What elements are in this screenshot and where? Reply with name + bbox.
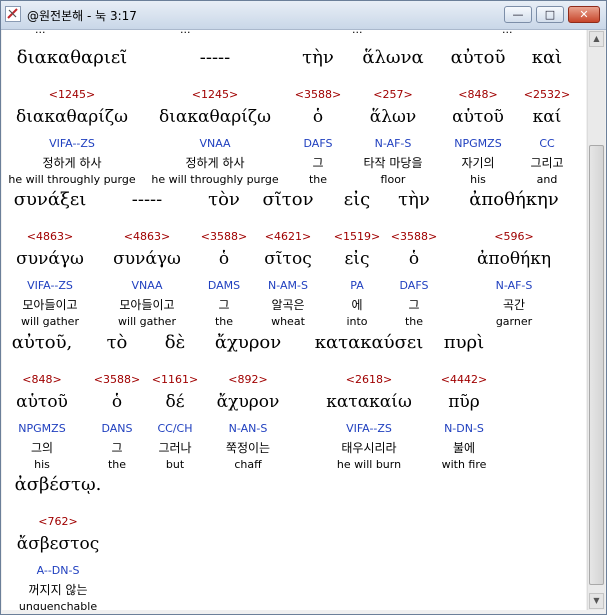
lemma-word: ἀποθήκη	[476, 249, 552, 269]
korean-gloss: 그리고	[530, 156, 564, 170]
vertical-scrollbar[interactable]: ▲ ▼	[587, 30, 605, 610]
interlinear-word[interactable]: ἀσβέστῳ. <762> ἄσβεστος A--DN-S 꺼지지 않는 unquen…	[2, 470, 133, 610]
english-gloss: garner	[495, 315, 533, 328]
korean-gloss: 정하게 하사	[42, 156, 102, 170]
parsing-code: N-DN-S	[444, 422, 484, 435]
close-icon: ✕	[579, 8, 589, 21]
korean-gloss: 불에	[452, 441, 476, 455]
english-gloss: unquenchable	[18, 600, 98, 610]
scroll-down-button[interactable]: ▼	[589, 593, 604, 609]
parsing-code: A--DN-S	[36, 564, 80, 577]
scroll-up-button[interactable]: ▲	[589, 31, 604, 47]
english-gloss: with fire	[441, 458, 487, 471]
minimize-button[interactable]: —	[504, 6, 532, 23]
parsing-code: CC	[539, 137, 555, 150]
clipped-previous-line: ... ... ... ...	[2, 30, 586, 37]
maximize-button[interactable]: □	[536, 6, 564, 23]
lemma-word: πῦρ	[448, 392, 480, 412]
interlinear-content[interactable]: ... ... ... ... διακαθαριεῖ<1245>διακαθα…	[2, 30, 586, 610]
window-title: @원전본해 - 눅 3:17	[27, 9, 137, 23]
clipped-text: ...	[35, 30, 46, 36]
strong-number: <1245>	[48, 88, 96, 101]
clipped-text: ...	[180, 30, 191, 36]
greek-word: πυρὶ	[443, 332, 485, 353]
strong-number: <762>	[38, 515, 78, 528]
scrollbar-thumb[interactable]	[589, 145, 604, 585]
korean-gloss: 곡간	[502, 298, 526, 312]
strong-number: <4442>	[440, 373, 488, 386]
interlinear-word[interactable]: ἀποθήκην <596> ἀποθήκη N-AF-S 곡간 garner	[439, 185, 586, 335]
clipped-text: ...	[502, 30, 513, 36]
minimize-icon: —	[512, 8, 524, 21]
greek-word: ἀσβέστῳ.	[14, 474, 102, 495]
app-window: @원전본해 - 눅 3:17 — □ ✕ ... ... ... ... δια…	[0, 0, 607, 615]
korean-gloss: 꺼지지 않는	[28, 583, 88, 597]
clipped-text: ...	[352, 30, 363, 36]
greek-word: καὶ	[531, 47, 563, 68]
interlinear-word[interactable]: πυρὶ <4442> πῦρ N-DN-S 불에 with fire	[389, 328, 539, 478]
lemma-word: ἄσβεστος	[16, 534, 100, 554]
strong-number: <596>	[494, 230, 534, 243]
parsing-code: N-AF-S	[495, 279, 533, 292]
interlinear-word[interactable]: διακαθαριεῖ <1245> διακαθαρίζω VIFA--ZS 정하게 …	[2, 43, 147, 193]
title-bar[interactable]: @원전본해 - 눅 3:17 — □ ✕	[1, 1, 606, 30]
strong-number: <2532>	[523, 88, 571, 101]
lemma-word: καί	[532, 107, 562, 127]
close-button[interactable]: ✕	[568, 6, 600, 23]
lemma-word: διακαθαρίζω	[16, 107, 128, 127]
interlinear-word[interactable]: καὶ <2532> καί CC 그리고 and	[472, 43, 586, 193]
parsing-code: VIFA--ZS	[49, 137, 95, 150]
maximize-icon: □	[544, 8, 556, 21]
greek-word: διακαθαριεῖ	[16, 47, 128, 68]
greek-word: ἀποθήκην	[469, 189, 559, 210]
app-icon	[5, 6, 21, 22]
